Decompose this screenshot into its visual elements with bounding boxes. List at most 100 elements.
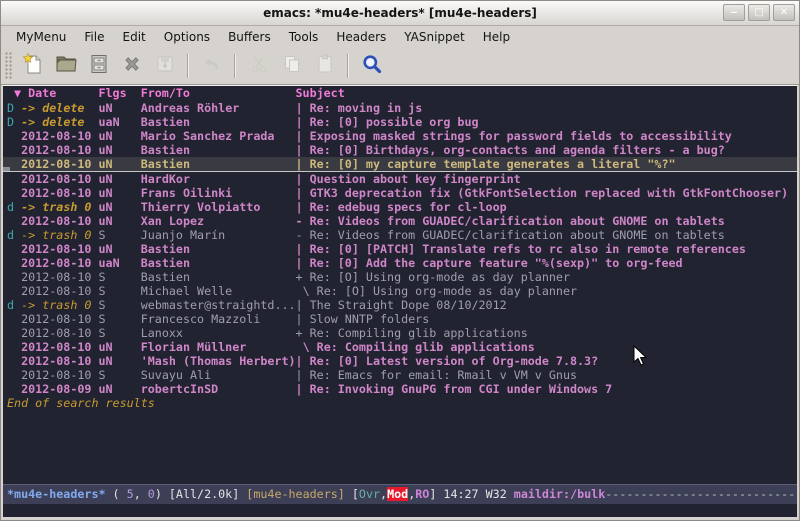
row-subject: Re: [0] Birthdays, org-contacts and agen… [310,143,725,157]
message-row[interactable]: 2012-08-10 uN Bastien | Re: [0] [PATCH] … [3,242,797,256]
thread-indicator: | [296,101,310,115]
message-row[interactable]: d -> trash 0 S webmaster@straightd...| T… [3,298,797,312]
row-date: 2012-08-09 [21,382,91,396]
mark-char: d [7,228,14,242]
thread-indicator: \ [296,340,317,354]
mode-line[interactable]: *mu4e-headers* ( 5, 0) [All/2.0k] [mu4e-… [3,484,797,504]
column-header-line[interactable]: ▼ Date Flgs From/To Subject [3,86,797,101]
message-row[interactable]: 2012-08-10 uN HardKor | Question about k… [3,172,797,186]
row-from: Bastien [141,115,296,129]
message-row[interactable]: 2012-08-10 uaN Bastien | Re: [0] Add the… [3,256,797,270]
search-button[interactable] [355,51,388,81]
row-flags: S [99,298,141,312]
mark-action: -> delete [21,115,84,129]
thread-indicator: + [296,270,310,284]
message-row[interactable]: D -> delete uaN Bastien | Re: [0] possib… [3,115,797,129]
message-row[interactable]: 2012-08-10 uN Xan Lopez - Re: Videos fro… [3,214,797,228]
menu-options[interactable]: Options [155,28,219,46]
menu-buffers[interactable]: Buffers [219,28,280,46]
modeline-segment: Ovr [359,487,380,501]
message-row[interactable]: 2012-08-10 S Bastien + Re: [O] Using org… [3,270,797,284]
toolbar-separator [234,54,236,78]
message-row[interactable]: 2012-08-10 uN Bastien | Re: [0] my captu… [3,157,797,172]
row-date: 2012-08-10 [21,186,91,200]
row-from: Thierry Volpiatto [141,200,296,214]
new-file-button[interactable] [16,51,49,81]
message-list: D -> delete uN Andreas Röhler | Re: movi… [3,101,797,396]
thread-indicator: | [296,129,310,143]
toolbar [1,47,799,85]
empty-buffer-space [3,410,797,484]
kill-buffer-button[interactable] [115,51,148,81]
mark-action: -> delete [21,101,84,115]
kill-buffer-icon [120,52,144,80]
new-file-icon [21,52,45,80]
window-title: emacs: *mu4e-headers* [mu4e-headers] [1,6,799,20]
menu-yasnippet[interactable]: YASnippet [395,28,474,46]
row-flags: uN [99,214,141,228]
save-icon [153,52,177,80]
menu-mymenu[interactable]: MyMenu [7,28,75,46]
toolbar-grip-handle[interactable] [5,52,12,80]
message-row[interactable]: 2012-08-10 S Michael Welle \ Re: [O] Usi… [3,284,797,298]
row-from: webmaster@straightd... [141,298,296,312]
modeline-segment: ] [429,487,443,501]
row-flags: uN [99,200,141,214]
message-row[interactable]: 2012-08-10 uN Mario Sanchez Prada | Expo… [3,129,797,143]
menu-edit[interactable]: Edit [114,28,155,46]
row-flags: uN [99,354,141,368]
paste-icon [313,52,337,80]
row-flags: uaN [99,115,141,129]
minimize-button[interactable]: ‒ [723,4,745,21]
message-row[interactable]: 2012-08-10 uN 'Mash (Thomas Herbert)| Re… [3,354,797,368]
mark-action: -> trash 0 [21,228,91,242]
message-row[interactable]: 2012-08-10 S Lanoxx + Re: Compiling glib… [3,326,797,340]
mark-char: d [7,298,14,312]
dired-button[interactable] [82,51,115,81]
modeline-segment: ----------------------------------------… [605,487,797,501]
emacs-window: emacs: *mu4e-headers* [mu4e-headers] ‒□✕… [0,0,800,521]
row-from: HardKor [141,172,296,186]
row-date: 2012-08-10 [21,326,91,340]
row-subject: Re: [O] Using org-mode as day planner [317,284,577,298]
message-row[interactable]: 2012-08-09 uN robertcInSD | Re: Invoking… [3,382,797,396]
menu-tools[interactable]: Tools [280,28,328,46]
message-row[interactable]: d -> trash 0 S Juanjo Marín - Re: Videos… [3,228,797,242]
row-from: Andreas Röhler [141,101,296,115]
row-date: 2012-08-10 [21,270,91,284]
row-subject: Re: [0] [PATCH] Translate refs to rc als… [310,242,746,256]
message-row[interactable]: 2012-08-10 S Francesco Mazzoli | Slow NN… [3,312,797,326]
menu-help[interactable]: Help [474,28,519,46]
cut-icon [247,52,271,80]
thread-indicator: + [296,326,310,340]
row-subject: Re: Compiling glib applications [317,340,535,354]
search-icon [360,52,384,80]
message-row[interactable]: d -> trash 0 uN Thierry Volpiatto | Re: … [3,200,797,214]
message-row[interactable]: 2012-08-10 uN Florian Müllner \ Re: Comp… [3,340,797,354]
mark-char: D [7,101,14,115]
row-subject: Re: edebug specs for cl-loop [310,200,507,214]
row-from: 'Mash (Thomas Herbert) [141,354,296,368]
toolbar-separator [187,54,189,78]
menu-file[interactable]: File [75,28,113,46]
modeline-segment: ( [106,487,127,501]
message-row[interactable]: 2012-08-10 S Suvayu Ali | Re: Emacs for … [3,368,797,382]
row-date: 2012-08-10 [21,172,91,186]
menu-headers[interactable]: Headers [327,28,395,46]
message-row[interactable]: 2012-08-10 uN Bastien | Re: [0] Birthday… [3,143,797,157]
row-from: Mario Sanchez Prada [141,129,296,143]
message-row[interactable]: 2012-08-10 uN Frans Oilinki | GTK3 depre… [3,186,797,200]
message-row[interactable]: D -> delete uN Andreas Röhler | Re: movi… [3,101,797,115]
menubar: MyMenuFileEditOptionsBuffersToolsHeaders… [1,26,799,47]
close-button[interactable]: ✕ [773,4,795,21]
paste-button [308,51,341,81]
row-flags: S [99,270,141,284]
thread-indicator: | [296,200,310,214]
open-folder-icon [54,52,78,80]
maximize-button[interactable]: □ [748,4,770,21]
echo-area [3,504,797,517]
row-flags: uN [99,143,141,157]
mark-action: -> trash 0 [21,298,91,312]
open-folder-button[interactable] [49,51,82,81]
row-flags: uN [99,172,141,186]
